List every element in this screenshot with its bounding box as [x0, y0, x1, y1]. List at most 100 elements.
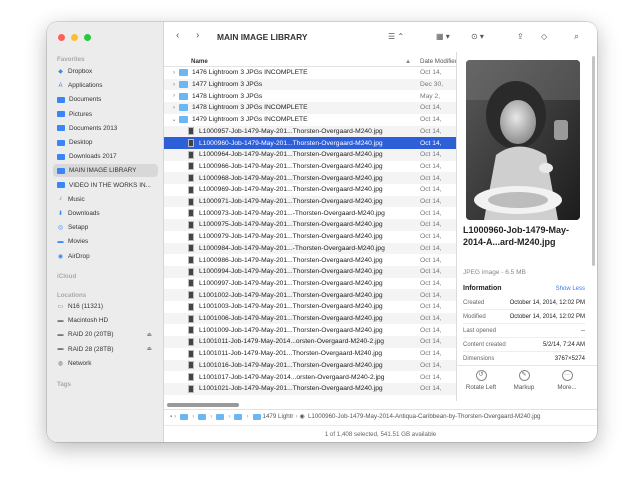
file-row[interactable]: L1001011-Job-1479-May-201...Thorsten-Ove… — [164, 348, 456, 360]
sort-ascending-icon[interactable]: ▲ — [405, 58, 411, 65]
chevron-right-icon[interactable]: › — [169, 70, 179, 76]
path-file-label[interactable]: L1000960-Job-1479-May-2014-Antiqua-Carib… — [308, 413, 541, 420]
tag-icon[interactable]: ◇ — [541, 32, 547, 41]
horizontal-scrollbar[interactable] — [164, 403, 456, 407]
file-row[interactable]: L1000997-Job-1479-May-201...Thorsten-Ove… — [164, 278, 456, 290]
share-icon[interactable]: ⇪ — [517, 32, 524, 41]
sidebar-item[interactable]: ◆ Dropbox — [53, 65, 158, 78]
file-row[interactable]: L1000966-Job-1479-May-201...Thorsten-Ove… — [164, 161, 456, 173]
sidebar-item[interactable]: Documents — [53, 93, 158, 106]
folder-row[interactable]: › 1478 Lightroom 3 JPGs INCOMPLETE Oct 14, — [164, 102, 456, 114]
file-row[interactable]: L1001021-Job-1479-May-201...Thorsten-Ove… — [164, 382, 456, 395]
file-row[interactable]: L1000975-Job-1479-May-201...Thorsten-Ove… — [164, 219, 456, 231]
sidebar-item-label: Pictures — [69, 110, 93, 118]
file-row[interactable]: L1000964-Job-1479-May-201...Thorsten-Ove… — [164, 148, 456, 161]
jpeg-file-icon: ◉ — [299, 413, 305, 420]
chevron-down-icon[interactable]: ⌄ — [169, 116, 179, 123]
folder-icon[interactable] — [234, 413, 243, 420]
forward-button[interactable]: › — [196, 30, 199, 41]
sidebar-item[interactable]: Desktop — [53, 136, 158, 149]
sidebar-item[interactable]: Downloads 2017 — [53, 150, 158, 163]
file-name: L1000984-Job-1479-May-201...-Thorsten-Ov… — [199, 244, 385, 252]
file-row[interactable]: L1001011-Job-1479-May-2014...orsten-Over… — [164, 336, 456, 348]
sidebar-item[interactable]: A Applications — [53, 79, 158, 92]
file-row[interactable]: L1000984-Job-1479-May-201...-Thorsten-Ov… — [164, 242, 456, 255]
sidebar-item[interactable]: ◉ AirDrop — [53, 250, 158, 263]
sidebar-item[interactable]: ⬇ Downloads — [53, 207, 158, 220]
name-column-header[interactable]: Name — [191, 58, 208, 65]
eject-icon[interactable]: ⏏ — [147, 332, 152, 338]
folder-icon[interactable] — [198, 413, 207, 420]
date-column-header[interactable]: Date Modified — [420, 58, 456, 65]
sidebar-item[interactable]: Pictures — [53, 108, 158, 121]
image-thumbnail-icon — [188, 150, 194, 159]
file-row[interactable]: L1001009-Job-1479-May-201...Thorsten-Ove… — [164, 324, 456, 336]
sidebar-item[interactable]: ▬ Movies — [53, 235, 158, 248]
chevron-right-icon[interactable]: › — [169, 105, 179, 111]
path-separator-icon: › — [210, 413, 213, 420]
file-row[interactable]: L1000973-Job-1479-May-201...-Thorsten-Ov… — [164, 207, 456, 219]
file-row[interactable]: L1001002-Job-1479-May-201...Thorsten-Ove… — [164, 289, 456, 301]
file-name: L1000973-Job-1479-May-201...-Thorsten-Ov… — [199, 209, 385, 217]
file-row[interactable]: L1000960-Job-1479-May-201...Thorsten-Ove… — [164, 137, 456, 149]
sidebar-item[interactable]: VIDEO IN THE WORKS IN... — [53, 179, 158, 192]
sidebar-item[interactable]: ▬ RAID 20 (20TB) ⏏ — [53, 328, 158, 341]
action-markup[interactable]: ✎ Markup — [504, 370, 544, 391]
folder-row[interactable]: › 1478 Lightroom 3 JPGs May 2, — [164, 90, 456, 102]
action-menu-icon[interactable]: ⊙ ▾ — [471, 32, 484, 41]
folder-row[interactable]: › 1476 Lightroom 3 JPGs INCOMPLETE Oct 14, — [164, 67, 456, 79]
sidebar-item[interactable]: ▭ N16 (11321) — [53, 300, 158, 313]
folder-icon[interactable] — [216, 413, 225, 420]
file-date: Oct 14, — [420, 244, 442, 252]
path-folder-label[interactable]: 1479 Lightr — [263, 413, 294, 420]
sidebar-item[interactable]: ◍ Network — [53, 357, 158, 370]
preview-scrollbar[interactable] — [592, 56, 595, 266]
zoom-window-button[interactable] — [84, 34, 91, 41]
folder-row[interactable]: ⌄ 1479 Lightroom 3 JPGs INCOMPLETE Oct 14, — [164, 114, 456, 126]
file-row[interactable]: L1001016-Job-1479-May-201...Thorsten-Ove… — [164, 359, 456, 372]
file-row[interactable]: L1000957-Job-1479-May-201...Thorsten-Ove… — [164, 125, 456, 138]
file-name: L1000979-Job-1479-May-201...Thorsten-Ove… — [199, 233, 383, 241]
sidebar-item[interactable]: Documents 2013 — [53, 122, 158, 135]
file-row[interactable]: L1001017-Job-1479-May-2014...orsten-Over… — [164, 371, 456, 383]
file-row[interactable]: L1001006-Job-1479-May-201...Thorsten-Ove… — [164, 312, 456, 325]
disk-icon: ▬ — [57, 346, 64, 353]
sidebar-item[interactable]: ▬ RAID 28 (28TB) ⏏ — [53, 343, 158, 356]
action-more[interactable]: ··· More... — [547, 370, 587, 391]
sidebar-item-label: MAIN IMAGE LIBRARY — [69, 167, 137, 175]
horizontal-scroll-thumb[interactable] — [167, 403, 239, 407]
show-less-link[interactable]: Show Less — [556, 286, 585, 292]
list-view-icon[interactable]: ☰ ⌃ — [388, 32, 404, 41]
close-window-button[interactable] — [58, 34, 65, 41]
folder-row[interactable]: › 1477 Lightroom 3 JPGs Dec 30, — [164, 78, 456, 91]
file-row[interactable]: L1000986-Job-1479-May-201...Thorsten-Ove… — [164, 254, 456, 266]
eject-icon[interactable]: ⏏ — [147, 346, 152, 352]
sidebar-item[interactable]: ♪ Music — [53, 193, 158, 206]
sidebar-item-label: Downloads — [68, 210, 100, 217]
file-date: Oct 14, — [420, 104, 442, 112]
back-button[interactable]: ‹ — [176, 30, 179, 41]
sidebar-item[interactable]: ◎ Setapp — [53, 221, 158, 234]
image-thumbnail-icon — [188, 326, 194, 335]
search-icon[interactable]: ⌕ — [574, 31, 579, 42]
file-row[interactable]: L1000968-Job-1479-May-201...Thorsten-Ove… — [164, 172, 456, 184]
folder-icon[interactable] — [252, 413, 261, 420]
file-row[interactable]: L1001003-Job-1479-May-201...Thorsten-Ove… — [164, 301, 456, 313]
image-thumbnail-icon — [188, 209, 194, 218]
sidebar-item[interactable]: MAIN IMAGE LIBRARY — [53, 164, 158, 178]
file-row[interactable]: L1000969-Job-1479-May-201...Thorsten-Ove… — [164, 184, 456, 196]
file-row[interactable]: L1000979-Job-1479-May-201...Thorsten-Ove… — [164, 231, 456, 243]
group-icon[interactable]: ▦ ▾ — [436, 32, 450, 41]
file-row[interactable]: L1000971-Job-1479-May-201...Thorsten-Ove… — [164, 195, 456, 208]
disk-icon[interactable]: ▪ — [170, 413, 172, 420]
more-icon: ··· — [561, 370, 573, 381]
chevron-right-icon[interactable]: › — [169, 82, 179, 88]
action-rotate-left[interactable]: ↺ Rotate Left — [461, 370, 501, 391]
minimize-window-button[interactable] — [71, 34, 78, 41]
file-date: Oct 14, — [420, 361, 442, 369]
chevron-right-icon[interactable]: › — [169, 93, 179, 99]
folder-icon[interactable] — [180, 413, 189, 420]
info-key: Last opened — [463, 328, 497, 334]
sidebar-item[interactable]: ▬ Macintosh HD — [53, 314, 158, 327]
file-row[interactable]: L1000994-Job-1479-May-201...Thorsten-Ove… — [164, 265, 456, 278]
